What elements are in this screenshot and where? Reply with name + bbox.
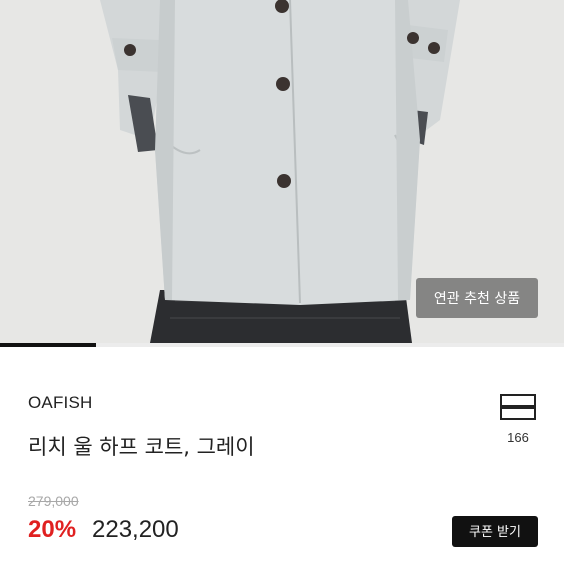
sale-price: 223,200 bbox=[92, 516, 179, 543]
brand-name[interactable]: OAFISH bbox=[28, 393, 93, 413]
gallery-progress bbox=[0, 343, 564, 347]
discount-rate: 20% bbox=[28, 516, 77, 543]
related-products-button[interactable]: 연관 추천 상품 bbox=[416, 278, 538, 318]
coupon-button[interactable]: 쿠폰 받기 bbox=[452, 516, 538, 547]
gallery-progress-fill bbox=[0, 343, 96, 347]
wish-count: 166 bbox=[507, 430, 529, 445]
hanger-icon bbox=[500, 394, 536, 420]
wishlist-button[interactable]: 166 bbox=[496, 393, 540, 449]
product-image[interactable]: 연관 추천 상품 bbox=[0, 0, 564, 343]
product-title: 리치 울 하프 코트, 그레이 bbox=[28, 435, 255, 459]
original-price: 279,000 bbox=[28, 493, 79, 509]
